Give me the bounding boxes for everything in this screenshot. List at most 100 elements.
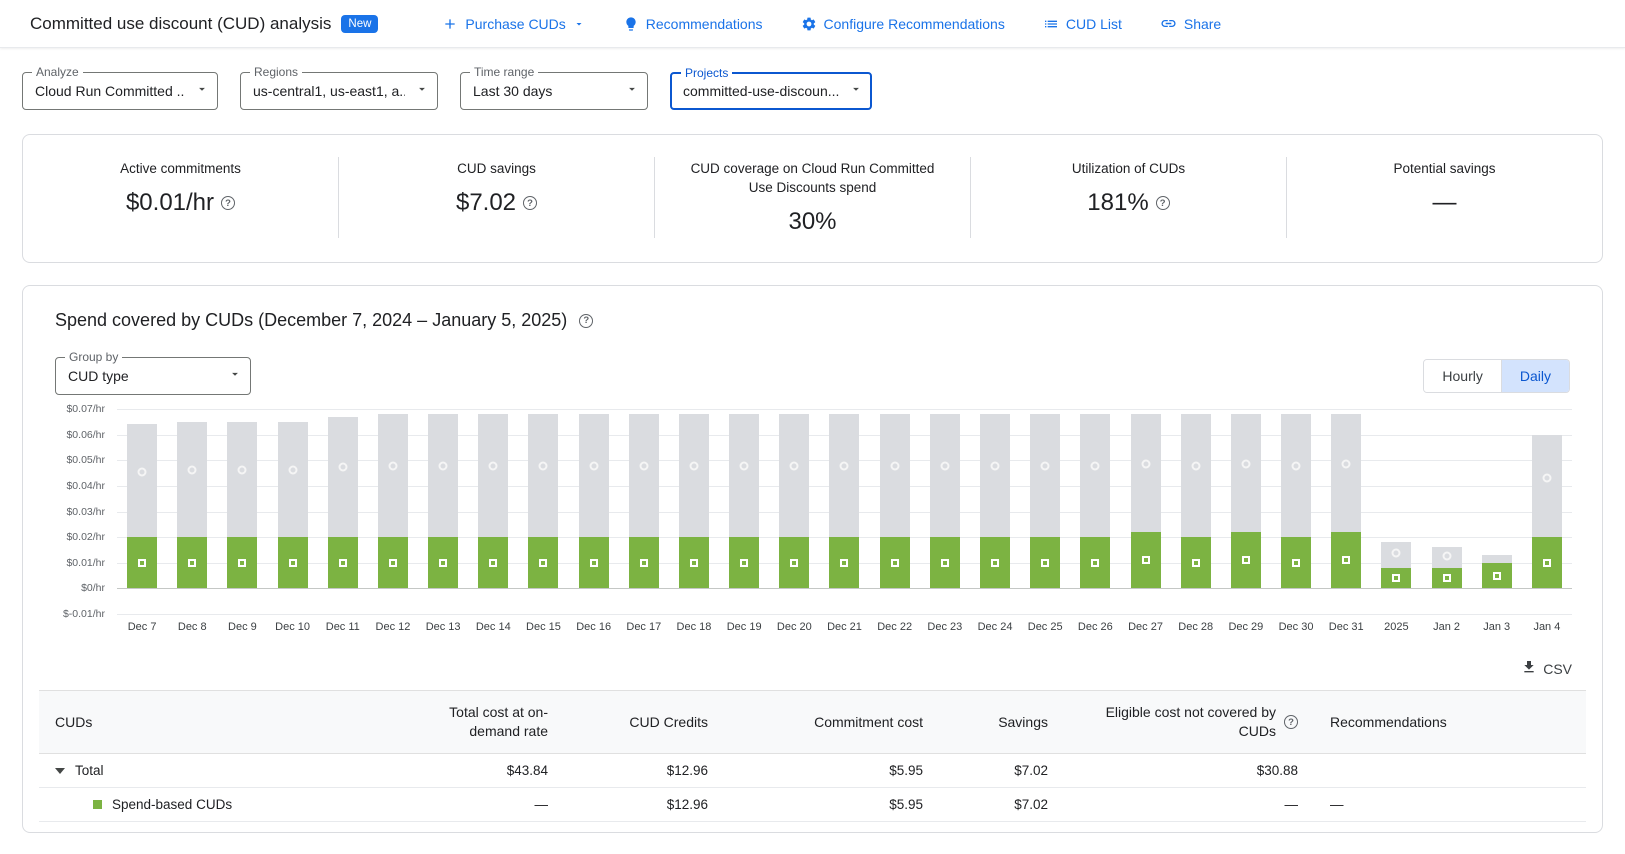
bar-dec-18[interactable]	[669, 409, 719, 614]
bar-segment-spend-based-cuds	[880, 537, 910, 588]
table-header-row: CUDs Total cost at on-demand rate CUD Cr…	[39, 691, 1586, 754]
bar-jan-4[interactable]	[1522, 409, 1572, 614]
bar-dec-9[interactable]	[217, 409, 267, 614]
bar-segment-spend-based-cuds	[177, 537, 207, 588]
table-row-total[interactable]: Total $43.84 $12.96 $5.95 $7.02 $30.88	[39, 754, 1586, 788]
y-axis-tick: $0.04/hr	[66, 480, 105, 492]
stat-label: CUD coverage on Cloud Run Committed Use …	[683, 159, 942, 197]
time-range-select[interactable]: Time range Last 30 days	[460, 72, 648, 110]
circle-marker-icon	[439, 461, 448, 470]
bar-segment-spend-based-cuds	[579, 537, 609, 588]
stat-active-commitments: Active commitments $0.01/hr?	[23, 157, 338, 238]
cell-total-cost: $43.84	[409, 754, 564, 788]
x-axis-tick: Dec 29	[1221, 621, 1271, 633]
cell-recommendations: —	[1314, 788, 1586, 822]
square-marker-icon	[891, 559, 899, 567]
bar-segment-not-covered	[1432, 547, 1462, 568]
bar-segment-not-covered	[1281, 414, 1311, 537]
configure-recommendations-button[interactable]: Configure Recommendations	[801, 16, 1005, 32]
x-axis-tick: Dec 15	[518, 621, 568, 633]
circle-marker-icon	[1442, 551, 1451, 560]
plus-icon	[442, 16, 458, 32]
collapse-arrow-icon[interactable]	[55, 768, 65, 774]
bar-dec-29[interactable]	[1221, 409, 1271, 614]
bar-segment-spend-based-cuds	[1381, 568, 1411, 589]
bar-jan-3[interactable]	[1472, 409, 1522, 614]
purchase-cuds-button[interactable]: Purchase CUDs	[442, 16, 584, 32]
daily-toggle-button[interactable]: Daily	[1501, 360, 1569, 392]
bar-dec-13[interactable]	[418, 409, 468, 614]
bar-dec-12[interactable]	[368, 409, 418, 614]
download-csv-button[interactable]: CSV	[1521, 659, 1572, 678]
hourly-toggle-button[interactable]: Hourly	[1424, 360, 1500, 392]
bar-dec-17[interactable]	[619, 409, 669, 614]
bar-dec-31[interactable]	[1321, 409, 1371, 614]
help-icon[interactable]: ?	[1284, 715, 1298, 729]
bar-dec-26[interactable]	[1070, 409, 1120, 614]
bar-segment-not-covered	[679, 414, 709, 537]
cud-list-button[interactable]: CUD List	[1043, 16, 1122, 32]
analyze-label: Analyze	[32, 65, 83, 79]
y-axis-tick: $0.03/hr	[66, 506, 105, 518]
bar-segment-spend-based-cuds	[227, 537, 257, 588]
circle-marker-icon	[539, 461, 548, 470]
gear-icon	[801, 16, 817, 32]
bar-dec-28[interactable]	[1171, 409, 1221, 614]
bar-segment-spend-based-cuds	[1030, 537, 1060, 588]
bar-dec-20[interactable]	[769, 409, 819, 614]
recommendations-button[interactable]: Recommendations	[623, 16, 763, 32]
square-marker-icon	[1493, 572, 1501, 580]
square-marker-icon	[1292, 559, 1300, 567]
square-marker-icon	[1543, 559, 1551, 567]
bar-dec-19[interactable]	[719, 409, 769, 614]
chevron-down-icon	[849, 82, 863, 101]
bar-dec-8[interactable]	[167, 409, 217, 614]
bar-dec-16[interactable]	[569, 409, 619, 614]
bar-dec-30[interactable]	[1271, 409, 1321, 614]
bar-dec-14[interactable]	[468, 409, 518, 614]
csv-label: CSV	[1543, 661, 1572, 677]
bar-jan-2[interactable]	[1421, 409, 1471, 614]
cell-commitment-cost: $5.95	[724, 754, 939, 788]
bar-dec-21[interactable]	[819, 409, 869, 614]
help-icon[interactable]: ?	[523, 196, 537, 210]
help-icon[interactable]: ?	[579, 314, 593, 328]
projects-select[interactable]: Projects committed-use-discoun...	[670, 72, 872, 110]
bar-2025[interactable]	[1371, 409, 1421, 614]
help-icon[interactable]: ?	[221, 196, 235, 210]
stat-value: 30%	[788, 208, 836, 236]
chevron-down-icon	[625, 82, 639, 101]
stat-value: —	[1433, 189, 1457, 217]
y-axis-tick: $0.01/hr	[66, 557, 105, 569]
bar-dec-7[interactable]	[117, 409, 167, 614]
share-button[interactable]: Share	[1160, 15, 1221, 32]
bar-dec-11[interactable]	[318, 409, 368, 614]
bar-segment-spend-based-cuds	[1281, 537, 1311, 588]
stat-value: $0.01/hr	[126, 189, 214, 217]
cell-cud-credits: $12.96	[564, 788, 724, 822]
bar-dec-25[interactable]	[1020, 409, 1070, 614]
group-by-select[interactable]: Group by CUD type	[55, 357, 251, 395]
square-marker-icon	[740, 559, 748, 567]
bar-segment-not-covered	[227, 422, 257, 537]
link-icon	[1160, 15, 1177, 32]
bar-dec-15[interactable]	[518, 409, 568, 614]
help-icon[interactable]: ?	[1156, 196, 1170, 210]
gridline	[117, 614, 1572, 615]
bar-dec-23[interactable]	[920, 409, 970, 614]
download-icon	[1521, 659, 1537, 678]
bar-segment-not-covered	[1030, 414, 1060, 537]
bar-dec-10[interactable]	[268, 409, 318, 614]
stat-cud-savings: CUD savings $7.02?	[338, 157, 654, 238]
table-row-spend-based-cuds[interactable]: Spend-based CUDs — $12.96 $5.95 $7.02 — …	[39, 788, 1586, 822]
bar-segment-spend-based-cuds	[729, 537, 759, 588]
bar-dec-22[interactable]	[870, 409, 920, 614]
analyze-select[interactable]: Analyze Cloud Run Committed ...	[22, 72, 218, 110]
top-nav: Purchase CUDs Recommendations Configure …	[442, 15, 1221, 32]
bar-dec-27[interactable]	[1120, 409, 1170, 614]
circle-marker-icon	[238, 466, 247, 475]
x-axis-tick: 2025	[1371, 621, 1421, 633]
regions-select[interactable]: Regions us-central1, us-east1, a...	[240, 72, 438, 110]
col-header-recommendations: Recommendations	[1314, 691, 1586, 754]
bar-dec-24[interactable]	[970, 409, 1020, 614]
